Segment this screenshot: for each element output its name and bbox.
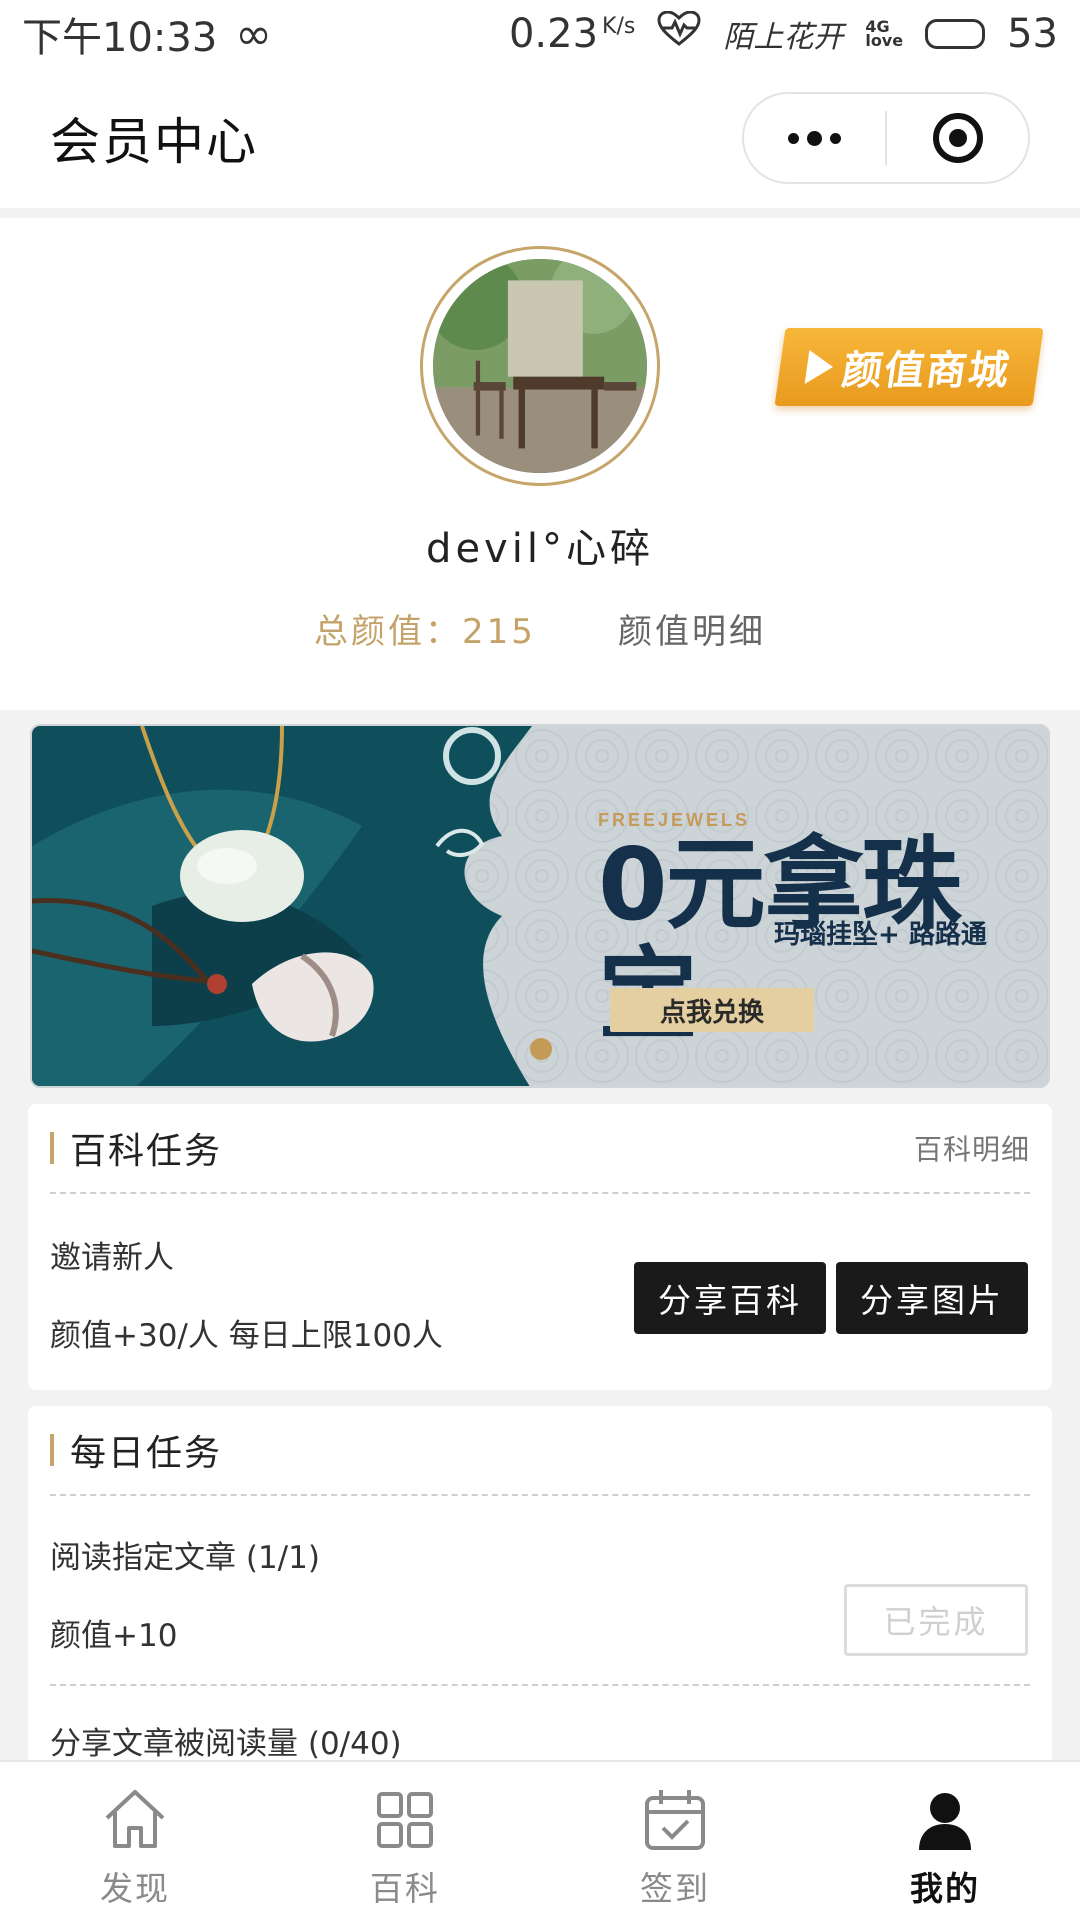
read-article-task-reward: 颜值+10 [50, 1618, 178, 1654]
user-icon [919, 1793, 971, 1850]
read-article-task-name: 阅读指定文章 (1/1) [50, 1540, 320, 1576]
banner-subline: 玛瑙挂坠+ 路路通 [774, 920, 987, 950]
daily-task-title: 每日任务 [70, 1433, 223, 1474]
wiki-detail-link[interactable]: 百科明细 [914, 1128, 1030, 1168]
invite-task-name: 邀请新人 [50, 1240, 174, 1276]
infinity-icon: ∞ [235, 8, 272, 60]
profile-section: 颜值商城 devil°心碎 总颜值：215 颜值明细 [0, 218, 1080, 710]
tab-label-mine: 我的 [910, 1869, 980, 1908]
wiki-task-header: 百科任务 百科明细 [50, 1104, 1030, 1194]
status-time: 下午10:33 [22, 15, 218, 61]
tab-label-wiki: 百科 [370, 1869, 440, 1908]
tab-discover[interactable]: 发现 [0, 1762, 270, 1920]
score-detail-link[interactable]: 颜值明细 [618, 604, 766, 653]
carousel-indicator [530, 1038, 552, 1060]
task-completed-button: 已完成 [844, 1584, 1028, 1656]
network-rate-unit: K/s [602, 13, 636, 39]
heartbeat-icon [657, 10, 701, 57]
mall-button[interactable]: 颜值商城 [774, 328, 1044, 406]
grid-icon [377, 1792, 433, 1848]
title-accent-bar [50, 1434, 54, 1466]
battery-level: 53 [1007, 11, 1058, 57]
more-dots-icon [788, 130, 841, 146]
calendar-check-icon [645, 1790, 705, 1850]
invite-task-reward: 颜值+30/人 每日上限100人 [50, 1318, 443, 1354]
task-divider [50, 1684, 1030, 1686]
signal-icon: 4G love [865, 19, 904, 50]
wiki-task-title: 百科任务 [70, 1131, 223, 1172]
page-title: 会员中心 [50, 113, 258, 171]
wiki-task-card: 百科任务 百科明细 邀请新人 颜值+30/人 每日上限100人 分享百科 分享图… [28, 1104, 1052, 1390]
title-accent-bar [50, 1132, 54, 1164]
more-button[interactable] [744, 94, 885, 182]
network-rate-value: 0.23 [508, 11, 599, 57]
close-program-button[interactable] [887, 94, 1028, 182]
total-score: 总颜值：215 [314, 612, 536, 652]
mini-program-capsule [742, 92, 1030, 184]
avatar[interactable] [420, 246, 660, 486]
share-wiki-button[interactable]: 分享百科 [634, 1262, 826, 1334]
network-rate: 0.23 K/s [509, 11, 635, 57]
score-row: 总颜值：215 颜值明细 [0, 604, 1080, 653]
play-icon [804, 350, 836, 384]
battery-icon [925, 19, 986, 49]
home-icon [105, 1790, 165, 1848]
tab-wiki[interactable]: 百科 [270, 1762, 540, 1920]
promo-banner[interactable]: FREEJEWELS 0元拿珠宝 玛瑙挂坠+ 路路通 点我兑换 [30, 724, 1050, 1088]
share-read-task-name: 分享文章被阅读量 (0/40) [50, 1726, 402, 1762]
mall-label: 颜值商城 [839, 348, 1014, 394]
avatar-image [433, 259, 647, 473]
network-tag: love [865, 31, 904, 50]
tab-label-checkin: 签到 [640, 1869, 710, 1908]
daily-task-header: 每日任务 [50, 1406, 1030, 1496]
username: devil°心碎 [426, 526, 654, 572]
banner-redeem-button[interactable]: 点我兑换 [610, 988, 814, 1032]
share-image-button[interactable]: 分享图片 [836, 1262, 1028, 1334]
tab-mine[interactable]: 我的 [810, 1762, 1080, 1920]
tab-checkin[interactable]: 签到 [540, 1762, 810, 1920]
tab-label-discover: 发现 [100, 1869, 170, 1908]
nav-bar: 会员中心 [0, 68, 1080, 208]
tab-bar: 发现 百科 签到 我的 [0, 1760, 1080, 1920]
status-bar: 下午10:33 ∞ 0.23 K/s 陌上花开 4G love 53 [0, 0, 1080, 68]
carrier-text: 陌上花开 [723, 20, 844, 55]
target-icon [932, 113, 983, 163]
